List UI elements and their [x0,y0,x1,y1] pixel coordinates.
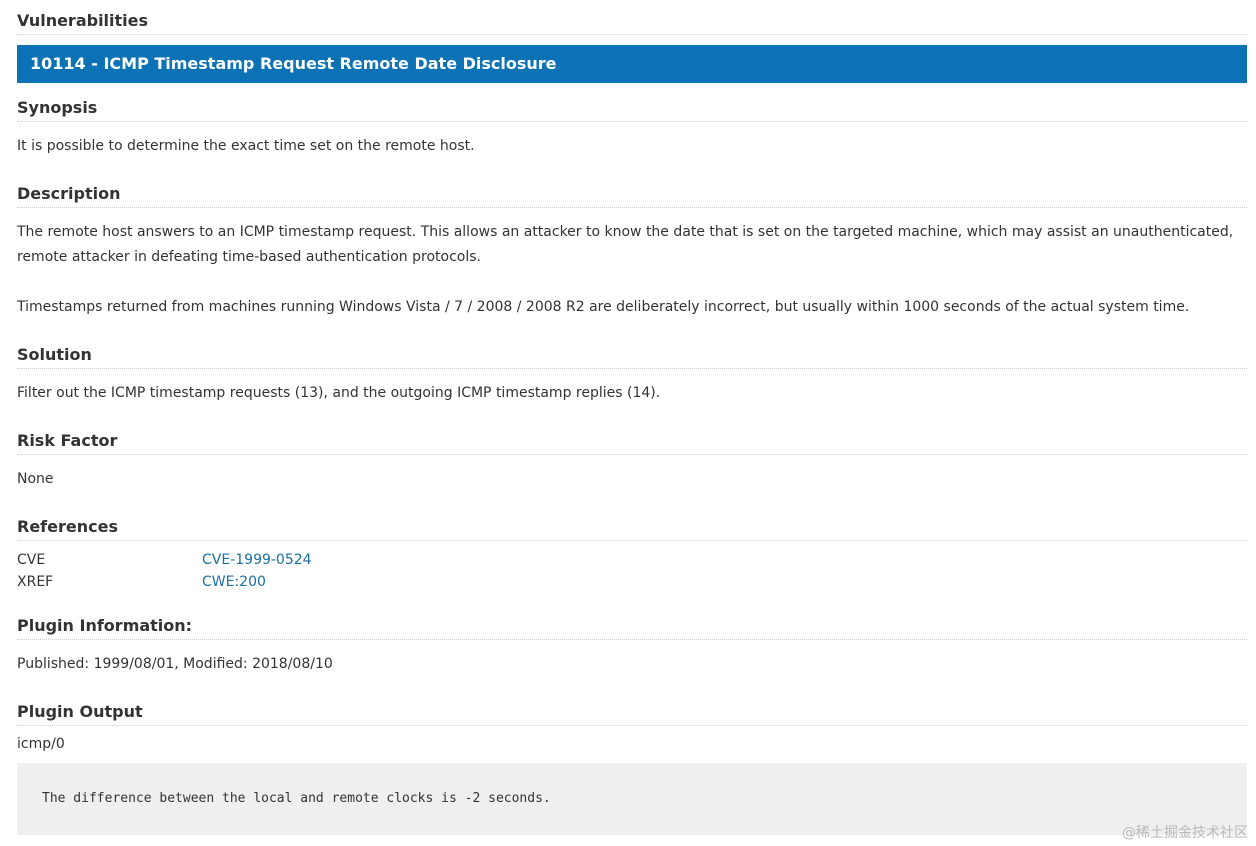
description-paragraph-2: Timestamps returned from machines runnin… [17,299,1190,315]
plugin-information-heading: Plugin Information: [17,613,1247,640]
reference-row-cve: CVE CVE-1999-0524 [17,549,1247,571]
plugin-output-heading: Plugin Output [17,699,1247,726]
risk-factor-heading: Risk Factor [17,428,1247,455]
plugin-information-text: Published: 1999/08/01, Modified: 2018/08… [17,656,333,672]
reference-key: XREF [17,574,54,590]
plugin-output-port: icmp/0 [17,736,65,752]
watermark: @稀土掘金技术社区 [1122,825,1248,841]
description-paragraph-1: The remote host answers to an ICMP times… [17,224,1234,265]
risk-factor-text: None [17,471,54,487]
cve-link[interactable]: CVE-1999-0524 [202,549,312,571]
cwe-link[interactable]: CWE:200 [202,571,266,593]
vulnerability-title-banner[interactable]: 10114 - ICMP Timestamp Request Remote Da… [17,45,1247,83]
reference-key: CVE [17,552,46,568]
references-heading: References [17,514,1247,541]
vulnerability-report: Vulnerabilities 10114 - ICMP Timestamp R… [17,0,1247,835]
solution-text: Filter out the ICMP timestamp requests (… [17,385,661,401]
page-title: Vulnerabilities [17,8,1247,35]
plugin-output-box: The difference between the local and rem… [17,763,1247,835]
reference-row-xref: XREF CWE:200 [17,571,1247,593]
synopsis-text: It is possible to determine the exact ti… [17,138,475,154]
synopsis-heading: Synopsis [17,95,1247,122]
description-heading: Description [17,181,1247,208]
references-table: CVE CVE-1999-0524 XREF CWE:200 [17,549,1247,593]
solution-heading: Solution [17,342,1247,369]
